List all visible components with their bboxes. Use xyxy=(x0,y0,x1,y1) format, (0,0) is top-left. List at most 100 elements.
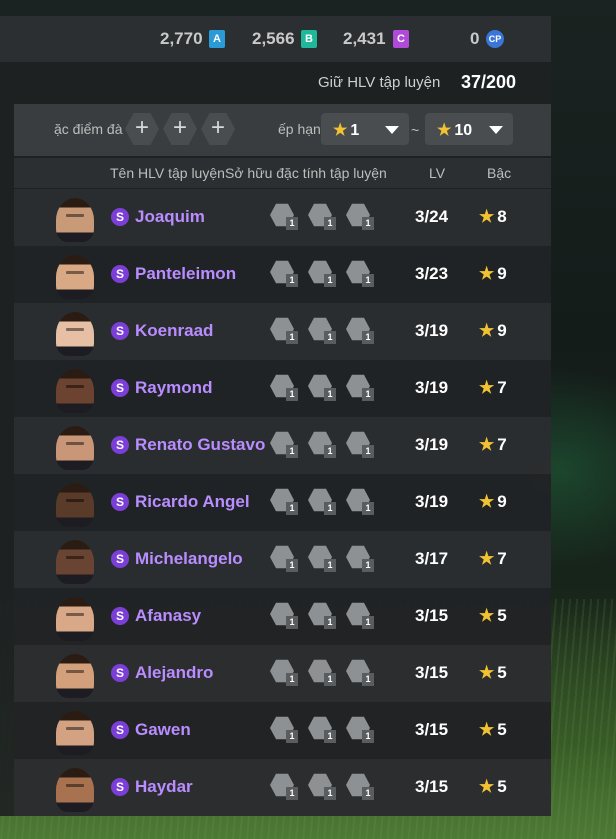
trait-list: 1 1 1 xyxy=(270,374,384,404)
training-trait-icon[interactable]: 1 xyxy=(346,602,384,632)
tier-badge: S xyxy=(111,607,129,625)
training-trait-icon[interactable]: 1 xyxy=(346,317,384,347)
avatar xyxy=(56,711,94,755)
table-row[interactable]: S Panteleimon 1 1 1 3/23 ★ 9 xyxy=(14,246,551,303)
coach-name: Alejandro xyxy=(135,663,214,682)
avatar xyxy=(56,483,94,527)
star-icon: ★ xyxy=(479,606,495,625)
column-grade-header[interactable]: Bậc xyxy=(487,165,511,181)
table-row[interactable]: S Michelangelo 1 1 1 3/17 ★ 7 xyxy=(14,531,551,588)
hold-coach-count: 37/200 xyxy=(461,72,517,92)
training-trait-icon[interactable]: 1 xyxy=(270,374,308,404)
coach-name: Gawen xyxy=(135,720,191,739)
coach-grade: ★ 7 xyxy=(479,378,507,398)
trait-level: 1 xyxy=(362,616,374,629)
training-trait-icon[interactable]: 1 xyxy=(308,260,346,290)
training-trait-icon[interactable]: 1 xyxy=(270,545,308,575)
trait-level: 1 xyxy=(362,559,374,572)
avatar xyxy=(56,540,94,584)
training-trait-icon[interactable]: 1 xyxy=(270,659,308,689)
table-row[interactable]: S Joaquim 1 1 1 3/24 ★ 8 xyxy=(14,189,551,246)
training-trait-icon[interactable]: 1 xyxy=(270,716,308,746)
avatar xyxy=(56,768,94,812)
grade-value: 5 xyxy=(497,606,507,625)
training-trait-icon[interactable]: 1 xyxy=(346,431,384,461)
trait-level: 1 xyxy=(362,217,374,230)
coach-grade: ★ 9 xyxy=(479,321,507,341)
trait-level: 1 xyxy=(362,331,374,344)
training-trait-icon[interactable]: 1 xyxy=(346,374,384,404)
currency-c-icon: C xyxy=(393,30,409,48)
training-trait-icon[interactable]: 1 xyxy=(308,659,346,689)
training-trait-icon[interactable]: 1 xyxy=(270,317,308,347)
hold-coach-label: Giữ HLV tập luyện xyxy=(318,74,441,91)
training-trait-icon[interactable]: 1 xyxy=(270,431,308,461)
avatar xyxy=(56,369,94,413)
max-rank-dropdown[interactable]: ★ 10 xyxy=(425,113,513,145)
coach-name: Ricardo Angel xyxy=(135,492,250,511)
trait-level: 1 xyxy=(286,616,298,629)
star-icon: ★ xyxy=(479,777,495,796)
training-trait-icon[interactable]: 1 xyxy=(346,716,384,746)
training-trait-icon[interactable]: 1 xyxy=(308,602,346,632)
table-row[interactable]: S Haydar 1 1 1 3/15 ★ 5 xyxy=(14,759,551,816)
coach-name: Renato Gustavo xyxy=(135,435,266,454)
min-rank-number: 1 xyxy=(350,122,360,139)
trait-level: 1 xyxy=(286,445,298,458)
table-row[interactable]: S Afanasy 1 1 1 3/15 ★ 5 xyxy=(14,588,551,645)
table-row[interactable]: S Ricardo Angel 1 1 1 3/19 ★ 9 xyxy=(14,474,551,531)
training-trait-icon[interactable]: 1 xyxy=(308,488,346,518)
coach-name: Panteleimon xyxy=(135,264,237,283)
training-trait-icon[interactable]: 1 xyxy=(346,659,384,689)
trait-level: 1 xyxy=(286,502,298,515)
training-trait-icon[interactable]: 1 xyxy=(270,203,308,233)
table-row[interactable]: S Raymond 1 1 1 3/19 ★ 7 xyxy=(14,360,551,417)
table-row[interactable]: S Alejandro 1 1 1 3/15 ★ 5 xyxy=(14,645,551,702)
tier-badge: S xyxy=(111,265,129,283)
trait-level: 1 xyxy=(286,787,298,800)
training-trait-icon[interactable]: 1 xyxy=(308,203,346,233)
training-trait-icon[interactable]: 1 xyxy=(308,374,346,404)
trait-level: 1 xyxy=(324,502,336,515)
grade-value: 5 xyxy=(497,663,507,682)
training-trait-icon[interactable]: 1 xyxy=(308,773,346,803)
training-trait-icon[interactable]: 1 xyxy=(270,488,308,518)
trait-list: 1 1 1 xyxy=(270,773,384,803)
training-trait-icon[interactable]: 1 xyxy=(270,260,308,290)
coach-level: 3/19 xyxy=(415,321,449,340)
training-trait-icon[interactable]: 1 xyxy=(270,773,308,803)
trait-level: 1 xyxy=(286,217,298,230)
trait-level: 1 xyxy=(324,274,336,287)
column-lv-header[interactable]: LV xyxy=(429,165,445,181)
coach-level: 3/24 xyxy=(415,207,449,226)
coach-name: Afanasy xyxy=(135,606,202,625)
table-row[interactable]: S Renato Gustavo 1 1 1 3/19 ★ 7 xyxy=(14,417,551,474)
column-traits-header[interactable]: Sở hữu đặc tính tập luyện xyxy=(225,165,387,181)
cp-icon: CP xyxy=(486,30,504,48)
training-trait-icon[interactable]: 1 xyxy=(346,773,384,803)
tier-badge: S xyxy=(111,721,129,739)
trait-level: 1 xyxy=(286,274,298,287)
max-rank-number: 10 xyxy=(454,122,473,139)
coach-level: 3/17 xyxy=(415,549,449,568)
training-trait-icon[interactable]: 1 xyxy=(346,260,384,290)
training-trait-icon[interactable]: 1 xyxy=(308,716,346,746)
trait-list: 1 1 1 xyxy=(270,488,384,518)
training-trait-icon[interactable]: 1 xyxy=(308,431,346,461)
training-trait-icon[interactable]: 1 xyxy=(308,545,346,575)
training-trait-icon[interactable]: 1 xyxy=(346,545,384,575)
column-name-header[interactable]: Tên HLV tập luyện xyxy=(110,165,225,181)
coach-grade: ★ 8 xyxy=(479,207,507,227)
trait-list: 1 1 1 xyxy=(270,317,384,347)
trait-level: 1 xyxy=(324,616,336,629)
chevron-down-icon xyxy=(489,126,503,134)
training-trait-icon[interactable]: 1 xyxy=(308,317,346,347)
training-trait-icon[interactable]: 1 xyxy=(346,203,384,233)
trait-list: 1 1 1 xyxy=(270,545,384,575)
training-trait-icon[interactable]: 1 xyxy=(270,602,308,632)
trait-list: 1 1 1 xyxy=(270,260,384,290)
table-row[interactable]: S Gawen 1 1 1 3/15 ★ 5 xyxy=(14,702,551,759)
training-trait-icon[interactable]: 1 xyxy=(346,488,384,518)
table-row[interactable]: S Koenraad 1 1 1 3/19 ★ 9 xyxy=(14,303,551,360)
min-rank-dropdown[interactable]: ★ 1 xyxy=(321,113,409,145)
